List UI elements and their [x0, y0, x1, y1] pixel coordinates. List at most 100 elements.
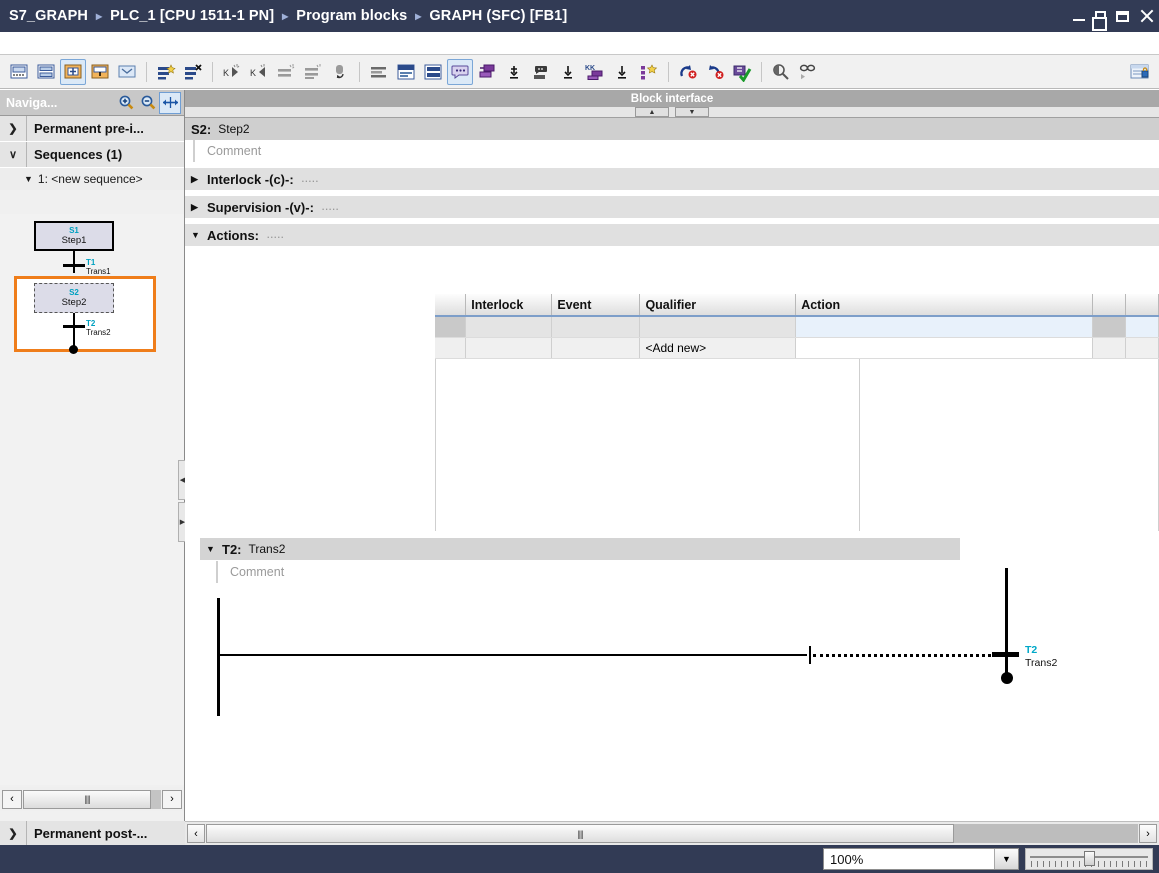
compile-check-icon[interactable]: [729, 59, 755, 85]
fit-width-icon[interactable]: [159, 91, 181, 114]
add-sequence-icon[interactable]: [153, 59, 179, 85]
column-header-action[interactable]: Action: [795, 294, 1094, 317]
cell-qualifier-add-new[interactable]: <Add new>: [639, 337, 797, 359]
transition-bar-t2[interactable]: [63, 325, 85, 328]
maximize-button[interactable]: [1116, 10, 1129, 22]
transition-bar-t1[interactable]: [63, 264, 85, 267]
column-header-extra2[interactable]: [1125, 294, 1159, 317]
supervision-dropdown-icon[interactable]: [555, 59, 581, 85]
transition-section-header[interactable]: ▼ T2: Trans2: [200, 538, 960, 560]
expand-twisty-icon[interactable]: ❯: [0, 827, 26, 840]
block-interface-scroll-up-icon[interactable]: ▲: [635, 107, 669, 117]
monitoring-icon[interactable]: [768, 59, 794, 85]
editor-hscrollbar[interactable]: ‹ |||| ›: [185, 821, 1159, 845]
zoom-out-icon[interactable]: [137, 92, 159, 114]
graph-editor-canvas[interactable]: S2: Step2 Comment ▶ Interlock -(c)-: ...…: [185, 118, 1159, 821]
previous-step-icon[interactable]: K: [219, 59, 245, 85]
test-run-icon[interactable]: [795, 59, 821, 85]
expand-twisty-icon[interactable]: ▶: [191, 174, 207, 185]
sequence-step-s2[interactable]: S2 Step2: [34, 283, 114, 313]
collapse-twisty-icon[interactable]: ∨: [0, 148, 26, 161]
table-empty-area[interactable]: [435, 359, 1159, 531]
collapse-all-icon[interactable]: [273, 59, 299, 85]
scroll-thumb[interactable]: ||||: [206, 824, 954, 843]
block-interface-scroll-down-icon[interactable]: ▼: [675, 107, 709, 117]
close-button[interactable]: [1139, 9, 1153, 23]
transition-ladder-diagram[interactable]: T2 Trans2: [185, 568, 1159, 758]
block-interface-toggle-icon[interactable]: [1127, 59, 1153, 85]
chevron-down-icon[interactable]: ▼: [994, 849, 1018, 869]
cell-extra1[interactable]: [1092, 316, 1127, 338]
scroll-track[interactable]: ||||: [23, 789, 161, 809]
delete-sequence-icon[interactable]: [180, 59, 206, 85]
insert-sequence-icon[interactable]: [33, 59, 59, 85]
cell-event[interactable]: [551, 337, 641, 359]
expand-twisty-icon[interactable]: ❯: [0, 122, 26, 135]
column-header-event[interactable]: Event: [551, 294, 641, 317]
insert-jump-icon[interactable]: [114, 59, 140, 85]
breadcrumb-item-project[interactable]: S7_GRAPH: [8, 8, 89, 24]
cell-extra2[interactable]: [1125, 316, 1159, 338]
scroll-right-button[interactable]: ›: [162, 789, 182, 809]
block-interface-bar[interactable]: Block interface: [185, 90, 1159, 107]
show-comments-icon[interactable]: [447, 58, 473, 85]
table-row[interactable]: <Add new>: [435, 337, 1159, 359]
scroll-left-button[interactable]: ‹: [2, 789, 22, 809]
cell-extra1[interactable]: [1092, 337, 1127, 359]
show-supervision-icon[interactable]: [528, 59, 554, 85]
navigation-hscrollbar[interactable]: ‹ |||| ›: [0, 787, 184, 811]
zoom-level-select[interactable]: 100% ▼: [823, 848, 1019, 870]
step-comment[interactable]: Comment: [193, 140, 1159, 162]
actions-section-header[interactable]: ▼ Actions: .....: [185, 224, 1159, 246]
collapse-twisty-icon[interactable]: ▼: [191, 230, 207, 240]
sequence-step-s1[interactable]: S1 Step1: [34, 221, 114, 251]
step-name[interactable]: Step2: [218, 122, 249, 136]
show-actions-icon[interactable]: KK: [582, 59, 608, 85]
view-sequence-icon[interactable]: [420, 59, 446, 85]
collapse-twisty-icon[interactable]: ▼: [206, 544, 222, 554]
scroll-thumb[interactable]: ||||: [23, 789, 151, 809]
column-header-rowmarker[interactable]: [435, 294, 467, 317]
sidebar-subitem-new-sequence[interactable]: ▼ 1: <new sequence>: [0, 168, 184, 190]
scroll-left-button[interactable]: ‹: [187, 824, 205, 843]
cell-interlock[interactable]: [465, 337, 553, 359]
table-row[interactable]: [435, 316, 1159, 338]
view-list-icon[interactable]: [366, 59, 392, 85]
step-header[interactable]: S2: Step2: [185, 118, 1159, 140]
view-single-step-icon[interactable]: [393, 59, 419, 85]
actions-table[interactable]: Interlock Event Qualifier Action <Add ne…: [435, 294, 1159, 359]
breadcrumb-item-block[interactable]: GRAPH (SFC) [FB1]: [428, 8, 568, 24]
cell-qualifier[interactable]: [639, 316, 797, 338]
slider-thumb[interactable]: [1084, 851, 1095, 866]
insert-simultaneous-branch-icon[interactable]: [60, 58, 86, 85]
cell-action[interactable]: [795, 316, 1094, 338]
insert-alternative-branch-icon[interactable]: [87, 59, 113, 85]
row-marker[interactable]: [435, 316, 467, 338]
zoom-in-icon[interactable]: [115, 92, 137, 114]
transition-comment[interactable]: Comment: [216, 561, 284, 583]
breadcrumb-item-program-blocks[interactable]: Program blocks: [295, 8, 408, 24]
breadcrumb-item-plc[interactable]: PLC_1 [CPU 1511-1 PN]: [109, 8, 275, 24]
actions-table-wrapper[interactable]: Interlock Event Qualifier Action <Add ne…: [435, 294, 1159, 531]
sequence-twisty-icon[interactable]: ▼: [24, 174, 33, 184]
cell-event[interactable]: [551, 316, 641, 338]
next-step-icon[interactable]: K: [246, 59, 272, 85]
cell-action[interactable]: [795, 337, 1094, 359]
scroll-track[interactable]: ||||: [206, 824, 1138, 843]
actions-dropdown-icon[interactable]: [609, 59, 635, 85]
minimize-button[interactable]: [1073, 18, 1085, 21]
expand-twisty-icon[interactable]: ▶: [191, 202, 207, 213]
sequence-overview-canvas[interactable]: S1 Step1 T1 Trans1 S2 Step2 T2 Trans2: [0, 214, 184, 785]
undo-navigation-icon[interactable]: [327, 59, 353, 85]
supervision-section-header[interactable]: ▶ Supervision -(v)-: .....: [185, 196, 1159, 218]
expand-all-icon[interactable]: [300, 59, 326, 85]
column-header-extra1[interactable]: [1092, 294, 1127, 317]
interlock-dropdown-icon[interactable]: [501, 59, 527, 85]
row-marker[interactable]: [435, 337, 467, 359]
cell-extra2[interactable]: [1125, 337, 1159, 359]
scroll-right-button[interactable]: ›: [1139, 824, 1157, 843]
cell-interlock[interactable]: [465, 316, 553, 338]
transition-name[interactable]: Trans2: [249, 542, 286, 556]
zoom-slider[interactable]: [1025, 848, 1153, 870]
jump-next-error-icon[interactable]: [675, 59, 701, 85]
